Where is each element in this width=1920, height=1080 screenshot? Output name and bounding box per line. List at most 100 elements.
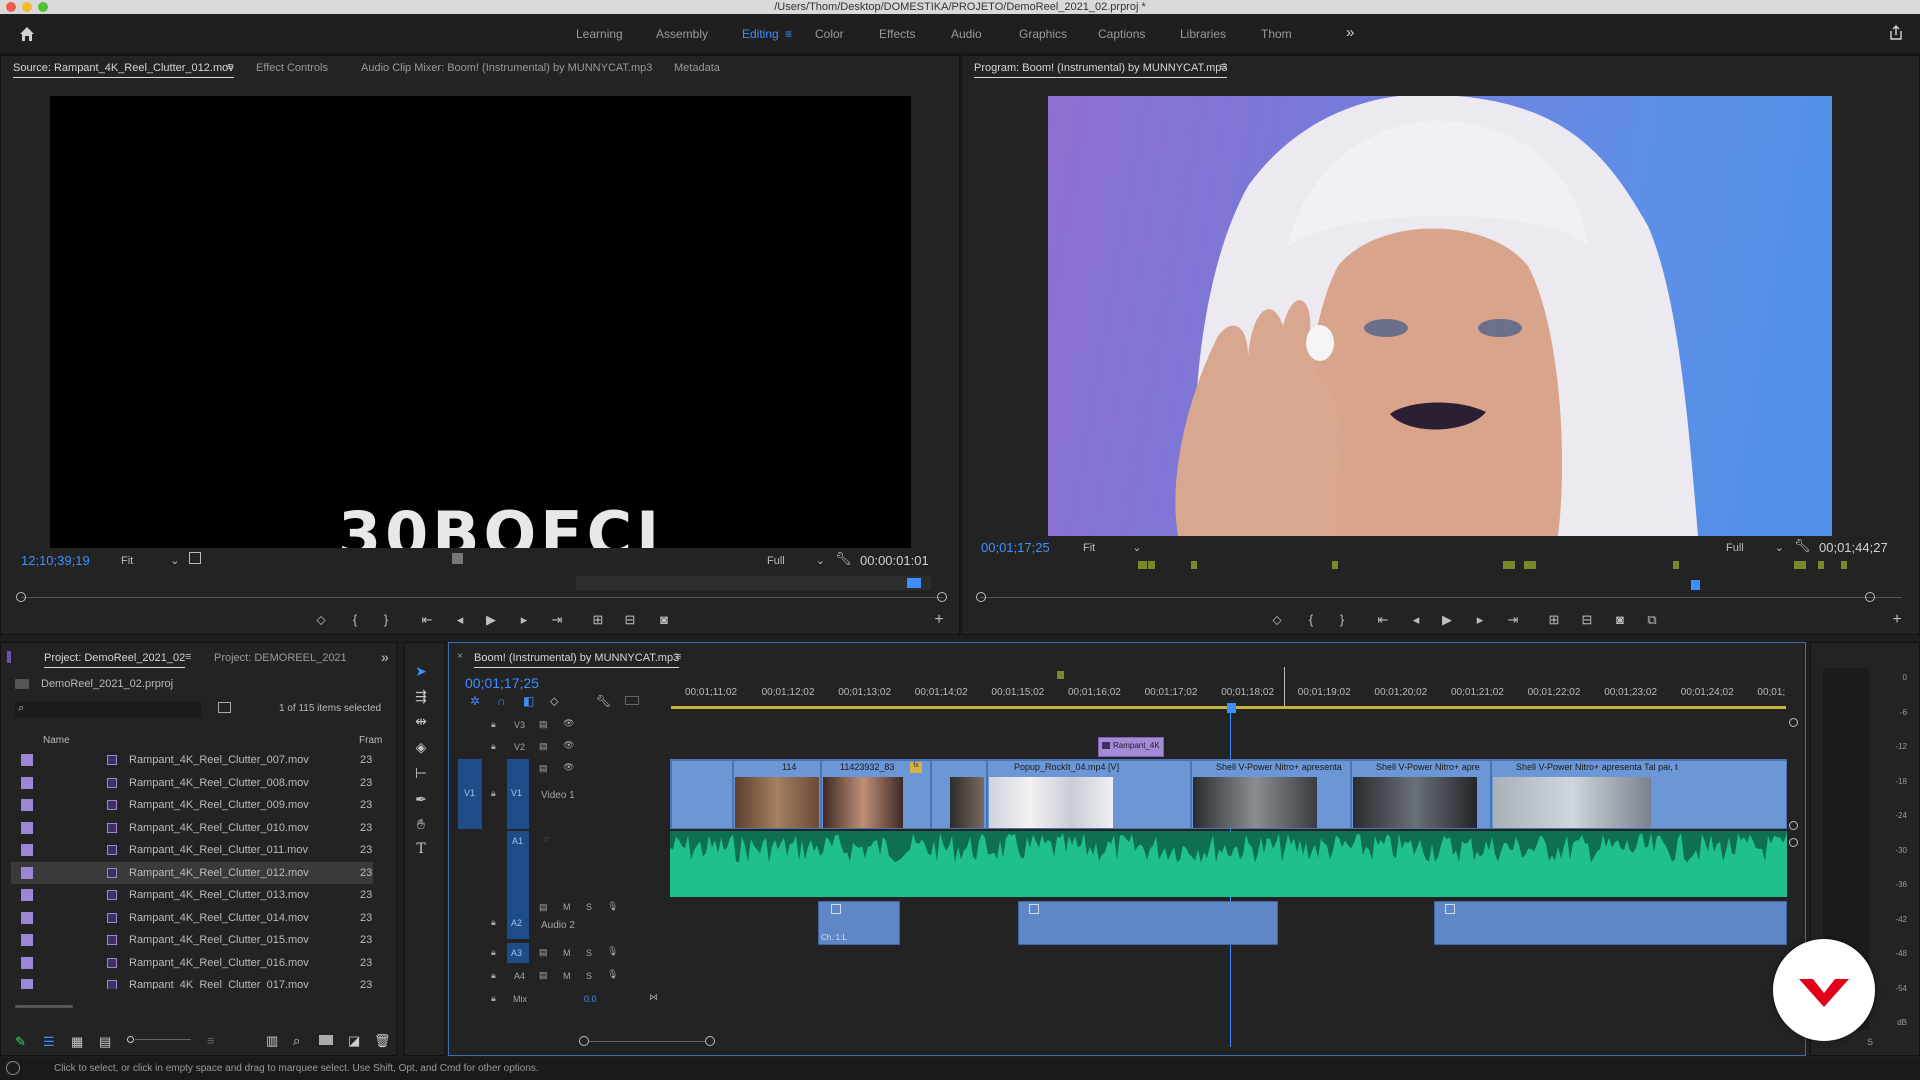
sync-lock-icon[interactable]: ▤ <box>539 763 548 774</box>
workspace-tab-libraries[interactable]: Libraries <box>1180 27 1226 41</box>
a1-audio-clip[interactable] <box>670 831 1787 897</box>
program-fit-dropdown[interactable]: Fit ⌄ <box>1083 541 1142 554</box>
zoom-slider-handle[interactable] <box>127 1036 134 1043</box>
solo-button[interactable]: S <box>586 971 592 981</box>
panel-menu-icon[interactable]: ≡ <box>227 61 233 73</box>
v1-clip[interactable]: 114 <box>733 760 821 828</box>
marker[interactable] <box>1794 561 1806 569</box>
column-header-frame-rate[interactable]: Fram <box>359 735 382 746</box>
marker[interactable] <box>1138 561 1147 569</box>
track-label-v2[interactable]: V2 <box>514 742 525 752</box>
end-of-track-icon[interactable]: ⋈ <box>649 992 658 1003</box>
scroll-handle-left[interactable] <box>16 592 26 602</box>
go-to-out-icon[interactable]: ⇥ <box>549 613 565 627</box>
sync-lock-icon[interactable]: ▤ <box>539 947 548 958</box>
timeline-timecode[interactable]: 00;01;17;25 <box>465 675 539 691</box>
tab-program[interactable]: Program: Boom! (Instrumental) by MUNNYCA… <box>974 62 1228 78</box>
microphone-icon[interactable]: 🎙︎ <box>607 901 618 912</box>
list-view-icon[interactable]: ☰ <box>43 1034 55 1050</box>
label-color-swatch[interactable] <box>21 754 33 766</box>
workspace-tab-audio[interactable]: Audio <box>951 27 982 41</box>
nest-icon[interactable]: ✲ <box>470 694 480 708</box>
project-item-row[interactable]: Rampant_4K_Reel_Clutter_013.mov 23 <box>11 884 373 906</box>
label-color-swatch[interactable] <box>21 844 33 856</box>
v1-track-clips[interactable]: 114 11423932_83 fx Popup_RockIt_04.mp4 [… <box>670 759 1787 829</box>
slip-tool-icon[interactable]: ⊢ <box>411 763 431 783</box>
insert-icon[interactable]: ⊞ <box>590 613 606 627</box>
add-marker-icon[interactable]: ⬦ <box>313 613 329 627</box>
program-resolution-dropdown[interactable]: Full ⌄ <box>1726 541 1784 554</box>
sequence-marker[interactable] <box>1057 671 1064 679</box>
lock-icon[interactable]: 🔒︎ <box>491 917 496 928</box>
status-indicator-icon[interactable] <box>6 1061 20 1075</box>
mix-volume-value[interactable]: 0.0 <box>584 994 597 1004</box>
add-button-icon[interactable]: + <box>1889 612 1905 628</box>
a2-audio-clip[interactable]: Ch. 1:L <box>818 901 900 945</box>
program-video-frame[interactable] <box>1048 96 1832 536</box>
label-color-swatch[interactable] <box>21 979 33 989</box>
marker[interactable] <box>1524 561 1536 569</box>
label-color-swatch[interactable] <box>21 934 33 946</box>
scroll-handle-right[interactable] <box>1865 592 1875 602</box>
keyframe-icon[interactable]: ◌ <box>544 834 549 844</box>
project-item-row[interactable]: Rampant_4K_Reel_Clutter_007.mov 23 <box>11 749 373 771</box>
program-playhead[interactable] <box>1691 580 1700 590</box>
more-workspaces-icon[interactable]: » <box>1346 24 1354 41</box>
workspace-tab-learning[interactable]: Learning <box>576 27 623 41</box>
source-in-out-range[interactable] <box>576 576 931 590</box>
captions-icon[interactable] <box>625 696 639 705</box>
selection-tool-icon[interactable]: ➤ <box>411 661 431 681</box>
v1-clip[interactable]: Shell V-Power Nitro+ apre <box>1351 760 1491 828</box>
tab-project-demoreel-2021-02[interactable]: Project: DemoReel_2021_02 <box>44 652 186 668</box>
project-item-row[interactable]: Rampant_4K_Reel_Clutter_012.mov 23 <box>11 861 373 884</box>
workspace-tab-captions[interactable]: Captions <box>1098 27 1145 41</box>
overwrite-icon[interactable]: ⊟ <box>622 613 638 627</box>
timeline-ruler[interactable]: 00;01;11;02 00;01;12;02 00;01;13;02 00;01;1… <box>685 687 1805 701</box>
microphone-icon[interactable]: 🎙︎ <box>607 946 618 957</box>
solo-button[interactable]: S <box>586 902 592 912</box>
lock-icon[interactable]: 🔒︎ <box>491 947 496 958</box>
project-item-row[interactable]: Rampant_4K_Reel_Clutter_015.mov 23 <box>11 929 373 951</box>
zoom-window-button[interactable] <box>38 2 48 12</box>
sync-lock-icon[interactable]: ▤ <box>539 970 548 981</box>
source-timecode[interactable]: 12;10;39;19 <box>21 553 90 568</box>
extract-icon[interactable]: ⊟ <box>1579 613 1595 627</box>
source-resolution-dropdown[interactable]: Full ⌄ <box>767 554 825 567</box>
freeform-view-icon[interactable]: ▤ <box>99 1034 111 1050</box>
effect-badge[interactable]: fx <box>910 762 922 773</box>
project-item-row[interactable]: Rampant_4K_Reel_Clutter_009.mov 23 <box>11 794 373 816</box>
more-panels-icon[interactable]: » <box>381 649 389 665</box>
source-video-frame[interactable]: 30BOFCI <box>50 96 911 548</box>
workspace-menu-icon[interactable]: ≡ <box>785 27 792 41</box>
new-item-icon[interactable]: ◪ <box>348 1033 360 1049</box>
a2-audio-clip[interactable] <box>1434 901 1787 945</box>
v1-clip[interactable] <box>671 760 733 828</box>
project-item-row[interactable]: Rampant_4K_Reel_Clutter_016.mov 23 <box>11 952 373 974</box>
a2-audio-clip[interactable] <box>1018 901 1278 945</box>
mark-out-icon[interactable]: } <box>1334 613 1350 627</box>
v1-clip[interactable]: Shell V-Power Nitro+ apresenta Tal pai, … <box>1491 760 1786 828</box>
settings-toggle-icon[interactable] <box>189 552 201 564</box>
step-forward-icon[interactable]: ▸ <box>1472 613 1488 627</box>
project-item-row[interactable]: Rampant_4K_Reel_Clutter_017.mov 23 <box>11 974 373 989</box>
project-item-row[interactable]: Rampant_4K_Reel_Clutter_011.mov 23 <box>11 839 373 861</box>
marker[interactable] <box>1673 561 1679 569</box>
microphone-icon[interactable]: 🎙︎ <box>607 969 618 980</box>
v1-clip[interactable]: Shell V-Power Nitro+ apresenta <box>1191 760 1351 828</box>
mark-in-icon[interactable]: { <box>347 613 363 627</box>
lock-icon[interactable]: 🔒︎ <box>491 719 496 730</box>
panel-menu-icon[interactable]: ≡ <box>675 651 681 663</box>
razor-tool-icon[interactable]: ◈ <box>411 737 431 757</box>
step-back-icon[interactable]: ◂ <box>452 613 468 627</box>
ripple-edit-tool-icon[interactable]: ⇹ <box>411 711 431 731</box>
sync-lock-icon[interactable]: ▤ <box>539 719 548 730</box>
tab-source[interactable]: Source: Rampant_4K_Reel_Clutter_012.mov <box>13 62 234 78</box>
go-to-in-icon[interactable]: ⇤ <box>419 613 435 627</box>
eye-icon[interactable]: 👁︎ <box>563 762 574 773</box>
pen-tool-icon[interactable]: ✒ <box>411 789 431 809</box>
eye-icon[interactable]: 👁︎ <box>563 740 574 751</box>
comparison-view-icon[interactable]: ⧉ <box>1644 613 1660 627</box>
marker[interactable] <box>1148 561 1155 569</box>
new-bin-from-search-icon[interactable] <box>218 702 231 713</box>
step-back-icon[interactable]: ◂ <box>1408 613 1424 627</box>
